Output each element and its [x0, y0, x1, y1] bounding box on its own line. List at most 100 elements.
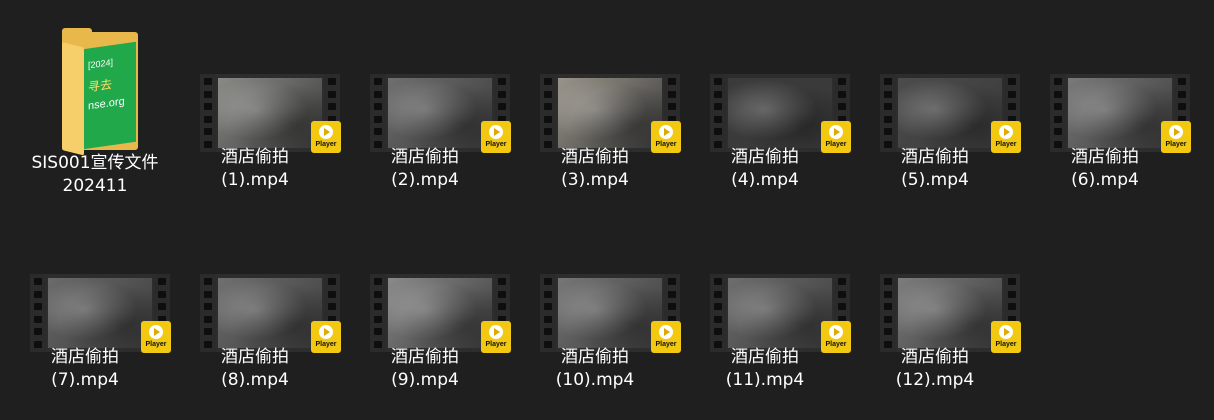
file-label-line2: (11).mp4	[725, 370, 805, 390]
play-triangle	[1004, 128, 1010, 136]
sprocket-column	[370, 74, 386, 152]
play-icon	[659, 325, 673, 339]
sprocket-hole	[714, 115, 722, 123]
video-file-item[interactable]: Player 酒店偷拍 (4).mp4	[680, 0, 851, 200]
play-triangle	[324, 128, 330, 136]
video-thumbnail: Player	[170, 0, 341, 153]
file-label-line1: 酒店偷拍	[731, 347, 799, 367]
video-file-item[interactable]: Player 酒店偷拍 (5).mp4	[850, 0, 1021, 200]
sprocket-hole	[158, 303, 166, 310]
file-label-line1: 酒店偷拍	[221, 147, 289, 167]
video-file-item[interactable]: Player 酒店偷拍 (9).mp4	[340, 200, 511, 400]
folder-item[interactable]: [2024] 寻去 nse.org SIS001宣传文件 202411	[10, 6, 180, 206]
video-frame-preview	[898, 278, 1002, 348]
sprocket-hole	[34, 328, 42, 335]
sprocket-hole	[838, 303, 846, 310]
video-thumbnail: Player	[340, 0, 511, 153]
sprocket-hole	[1178, 78, 1186, 85]
sprocket-column	[880, 274, 896, 352]
sprocket-hole	[1008, 103, 1016, 110]
video-frame-preview	[388, 278, 492, 348]
sprocket-hole	[884, 278, 892, 285]
sprocket-hole	[714, 290, 722, 298]
play-triangle	[834, 128, 840, 136]
sprocket-hole	[544, 78, 552, 85]
video-file-item[interactable]: Player 酒店偷拍 (6).mp4	[1020, 0, 1191, 200]
sprocket-hole	[838, 103, 846, 110]
sprocket-hole	[204, 78, 212, 85]
sprocket-hole	[498, 290, 506, 298]
sprocket-column	[540, 274, 556, 352]
sprocket-hole	[374, 303, 382, 310]
sprocket-hole	[328, 78, 336, 85]
file-label: 酒店偷拍 (7).mp4	[0, 346, 170, 392]
sprocket-hole	[1054, 78, 1062, 85]
sprocket-hole	[714, 90, 722, 98]
sprocket-hole	[714, 315, 722, 323]
file-label-line2: (9).mp4	[391, 370, 459, 390]
video-file-item[interactable]: Player 酒店偷拍 (2).mp4	[340, 0, 511, 200]
file-label-line1: 酒店偷拍	[51, 347, 119, 367]
video-file-item[interactable]: Player 酒店偷拍 (1).mp4	[170, 0, 341, 200]
sprocket-hole	[714, 103, 722, 110]
play-icon	[489, 125, 503, 139]
sprocket-hole	[374, 315, 382, 323]
video-frame-preview	[558, 278, 662, 348]
video-file-item[interactable]: Player 酒店偷拍 (11).mp4	[680, 200, 851, 400]
file-label-line2: (10).mp4	[555, 370, 635, 390]
file-label-line1: 酒店偷拍	[1071, 147, 1139, 167]
sprocket-column	[710, 74, 726, 152]
video-file-item[interactable]: Player 酒店偷拍 (7).mp4	[0, 200, 171, 400]
video-thumbnail: Player	[0, 200, 171, 353]
video-thumbnail: Player	[850, 200, 1021, 353]
sprocket-hole	[884, 328, 892, 335]
video-thumbnail: Player	[510, 0, 681, 153]
video-file-item[interactable]: Player 酒店偷拍 (3).mp4	[510, 0, 681, 200]
sprocket-hole	[498, 103, 506, 110]
video-file-item[interactable]: Player 酒店偷拍 (12).mp4	[850, 200, 1021, 400]
file-label: 酒店偷拍 (4).mp4	[680, 146, 850, 192]
video-frame-preview	[388, 78, 492, 148]
sprocket-hole	[498, 303, 506, 310]
play-triangle	[664, 328, 670, 336]
sprocket-hole	[544, 328, 552, 335]
video-file-item[interactable]: Player 酒店偷拍 (8).mp4	[170, 200, 341, 400]
sprocket-hole	[34, 278, 42, 285]
sprocket-hole	[544, 278, 552, 285]
video-file-item[interactable]: Player 酒店偷拍 (10).mp4	[510, 200, 681, 400]
sprocket-hole	[204, 303, 212, 310]
play-triangle	[494, 128, 500, 136]
sprocket-hole	[328, 303, 336, 310]
play-icon	[829, 325, 843, 339]
file-label: 酒店偷拍 (10).mp4	[510, 346, 680, 392]
sprocket-hole	[838, 278, 846, 285]
file-label-line2: (7).mp4	[51, 370, 119, 390]
sprocket-column	[1050, 74, 1066, 152]
sprocket-hole	[544, 290, 552, 298]
play-icon	[489, 325, 503, 339]
file-label: 酒店偷拍 (5).mp4	[850, 146, 1020, 192]
sprocket-hole	[204, 90, 212, 98]
file-label: 酒店偷拍 (3).mp4	[510, 146, 680, 192]
sprocket-hole	[498, 78, 506, 85]
sprocket-column	[880, 74, 896, 152]
video-thumbnail: Player	[170, 200, 341, 353]
sprocket-hole	[1008, 90, 1016, 98]
video-thumbnail: Player	[340, 200, 511, 353]
sprocket-hole	[498, 278, 506, 285]
file-label-line2: (8).mp4	[221, 370, 289, 390]
video-thumbnail: Player	[680, 0, 851, 153]
file-label: 酒店偷拍 (1).mp4	[170, 146, 340, 192]
folder-label-line1: SIS001宣传文件	[31, 153, 159, 173]
file-label: 酒店偷拍 (2).mp4	[340, 146, 510, 192]
sprocket-hole	[374, 128, 382, 135]
sprocket-hole	[374, 278, 382, 285]
video-frame-preview	[48, 278, 152, 348]
file-label-line2: (2).mp4	[391, 170, 459, 190]
file-label-line1: 酒店偷拍	[901, 147, 969, 167]
play-triangle	[1174, 128, 1180, 136]
sprocket-hole	[374, 90, 382, 98]
sprocket-hole	[374, 103, 382, 110]
play-triangle	[324, 328, 330, 336]
sprocket-hole	[204, 315, 212, 323]
